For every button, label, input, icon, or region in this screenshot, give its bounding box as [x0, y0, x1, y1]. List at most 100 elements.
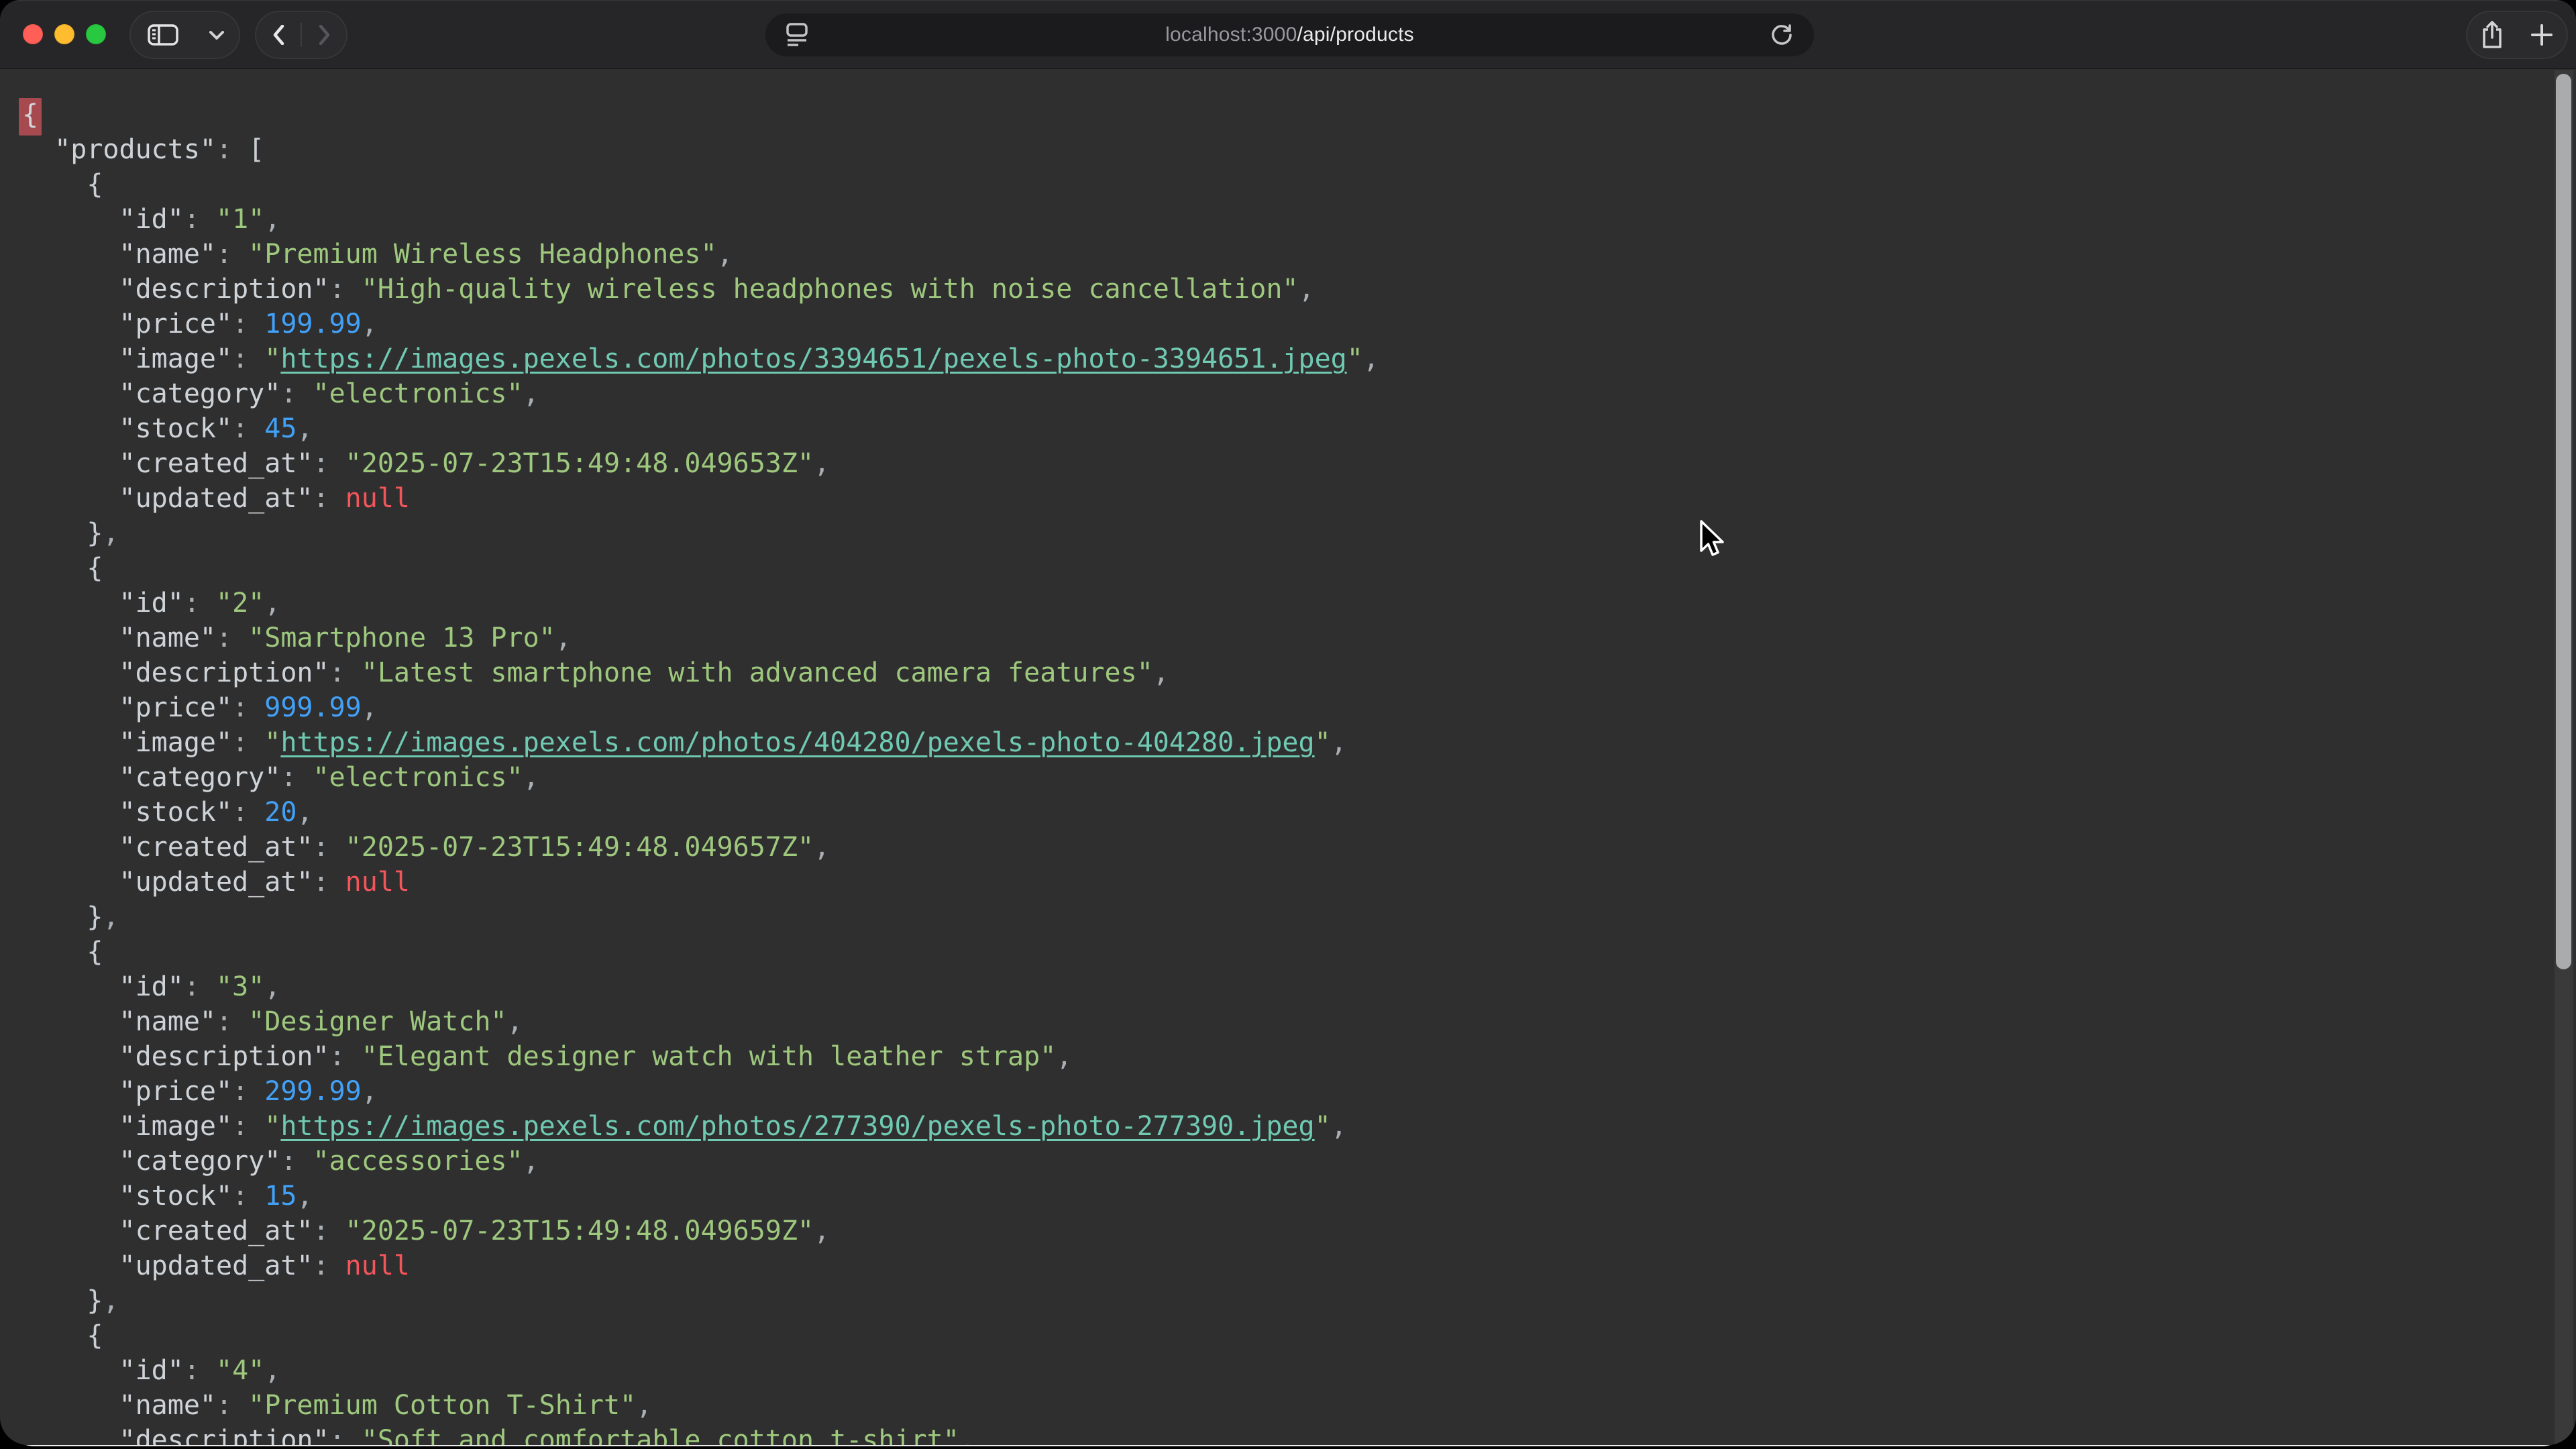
json-token: 15 — [264, 1181, 297, 1212]
json-token: "electronics" — [313, 378, 523, 409]
json-line: "description": "Soft and comfortable cot… — [22, 1423, 1379, 1445]
json-token: " — [1315, 1111, 1331, 1142]
json-token: } — [87, 902, 103, 932]
json-line: }, — [22, 1283, 1379, 1318]
json-token — [22, 518, 87, 549]
share-icon — [2481, 21, 2503, 49]
json-token: : — [280, 378, 313, 409]
json-token — [22, 239, 119, 270]
forward-button[interactable] — [302, 12, 346, 58]
json-line: "name": "Designer Watch", — [22, 1004, 1379, 1039]
json-output: { "products": [ { "id": "1", "name": "Pr… — [22, 97, 1379, 1445]
json-token — [22, 134, 54, 165]
json-token — [22, 1250, 119, 1281]
json-token — [22, 727, 119, 758]
json-token: , — [523, 762, 539, 793]
json-token: , — [1331, 1111, 1347, 1142]
image-url-link[interactable]: https://images.pexels.com/photos/277390/… — [280, 1111, 1314, 1142]
json-token — [22, 762, 119, 793]
json-token: "High-quality wireless headphones with n… — [362, 274, 1299, 305]
json-token — [22, 1320, 87, 1351]
json-line: "products": [ — [22, 132, 1379, 167]
json-token: , — [814, 448, 830, 479]
json-token: : — [216, 623, 248, 653]
json-token — [22, 1041, 119, 1072]
json-token: "price" — [119, 1076, 233, 1107]
json-token — [22, 797, 119, 828]
json-token: : — [184, 204, 216, 235]
json-token: , — [959, 1425, 975, 1445]
json-token: "updated_at" — [119, 1250, 313, 1281]
json-token: "2025-07-23T15:49:48.049657Z" — [345, 832, 814, 863]
json-token: 199.99 — [264, 309, 362, 339]
json-line: "updated_at": null — [22, 865, 1379, 900]
json-token: , — [103, 518, 119, 549]
new-tab-button[interactable] — [2518, 12, 2566, 58]
minimize-button[interactable] — [54, 24, 74, 44]
json-token: 999.99 — [264, 692, 362, 723]
json-line: "stock": 15, — [22, 1179, 1379, 1214]
json-token — [22, 588, 119, 619]
reload-button[interactable] — [1762, 13, 1802, 56]
json-token: , — [297, 413, 313, 444]
json-token: , — [717, 239, 733, 270]
json-token — [22, 274, 119, 305]
json-token: : — [280, 762, 313, 793]
json-line: "category": "accessories", — [22, 1144, 1379, 1179]
json-token — [22, 1216, 119, 1246]
json-line: "name": "Premium Cotton T-Shirt", — [22, 1388, 1379, 1423]
json-token: "accessories" — [313, 1146, 523, 1177]
json-token — [22, 1355, 119, 1386]
actions-group — [2466, 11, 2568, 59]
json-token: "description" — [119, 657, 329, 688]
json-token — [22, 936, 87, 967]
json-token — [22, 448, 119, 479]
sidebar-toggle-button[interactable] — [131, 12, 195, 58]
chevron-right-icon — [319, 25, 330, 45]
json-line: "updated_at": null — [22, 1248, 1379, 1283]
tab-group-chevron-button[interactable] — [195, 12, 238, 58]
json-token: "name" — [119, 239, 217, 270]
json-token: , — [103, 902, 119, 932]
json-line: "description": "Latest smartphone with a… — [22, 655, 1379, 690]
image-url-link[interactable]: https://images.pexels.com/photos/3394651… — [280, 343, 1346, 374]
json-token: , — [523, 1146, 539, 1177]
json-token: , — [297, 1181, 313, 1212]
json-token: "3" — [216, 971, 264, 1002]
share-button[interactable] — [2468, 12, 2516, 58]
back-button[interactable] — [256, 12, 301, 58]
json-token: : — [329, 1425, 362, 1445]
fullscreen-button[interactable] — [86, 24, 106, 44]
json-token: "image" — [119, 343, 233, 374]
json-token: "electronics" — [313, 762, 523, 793]
json-token — [22, 553, 87, 584]
json-token: "image" — [119, 1111, 233, 1142]
json-token: , — [1056, 1041, 1072, 1072]
json-token — [22, 971, 119, 1002]
json-token: " — [264, 1111, 280, 1142]
json-token: : — [184, 588, 216, 619]
image-url-link[interactable]: https://images.pexels.com/photos/404280/… — [280, 727, 1314, 758]
json-token — [22, 169, 87, 200]
scrollbar-thumb[interactable] — [2556, 74, 2571, 969]
json-token: "image" — [119, 727, 233, 758]
json-line: { — [22, 934, 1379, 969]
json-token — [22, 204, 119, 235]
json-token: : — [232, 727, 264, 758]
json-token: : — [313, 832, 345, 863]
close-button[interactable] — [23, 24, 43, 44]
browser-window: localhost:3000/api/products — [0, 0, 2576, 1445]
json-token: "updated_at" — [119, 483, 313, 514]
json-token: : — [232, 309, 264, 339]
json-token: [ — [248, 134, 264, 165]
json-token — [22, 1076, 119, 1107]
json-token: { — [19, 98, 42, 136]
json-token: , — [555, 623, 572, 653]
json-token: : — [232, 1111, 264, 1142]
address-bar[interactable]: localhost:3000/api/products — [765, 13, 1814, 56]
json-token: "description" — [119, 274, 329, 305]
json-token: : — [184, 1355, 216, 1386]
json-token — [22, 413, 119, 444]
json-token: "Designer Watch" — [248, 1006, 506, 1037]
json-token: , — [264, 588, 280, 619]
